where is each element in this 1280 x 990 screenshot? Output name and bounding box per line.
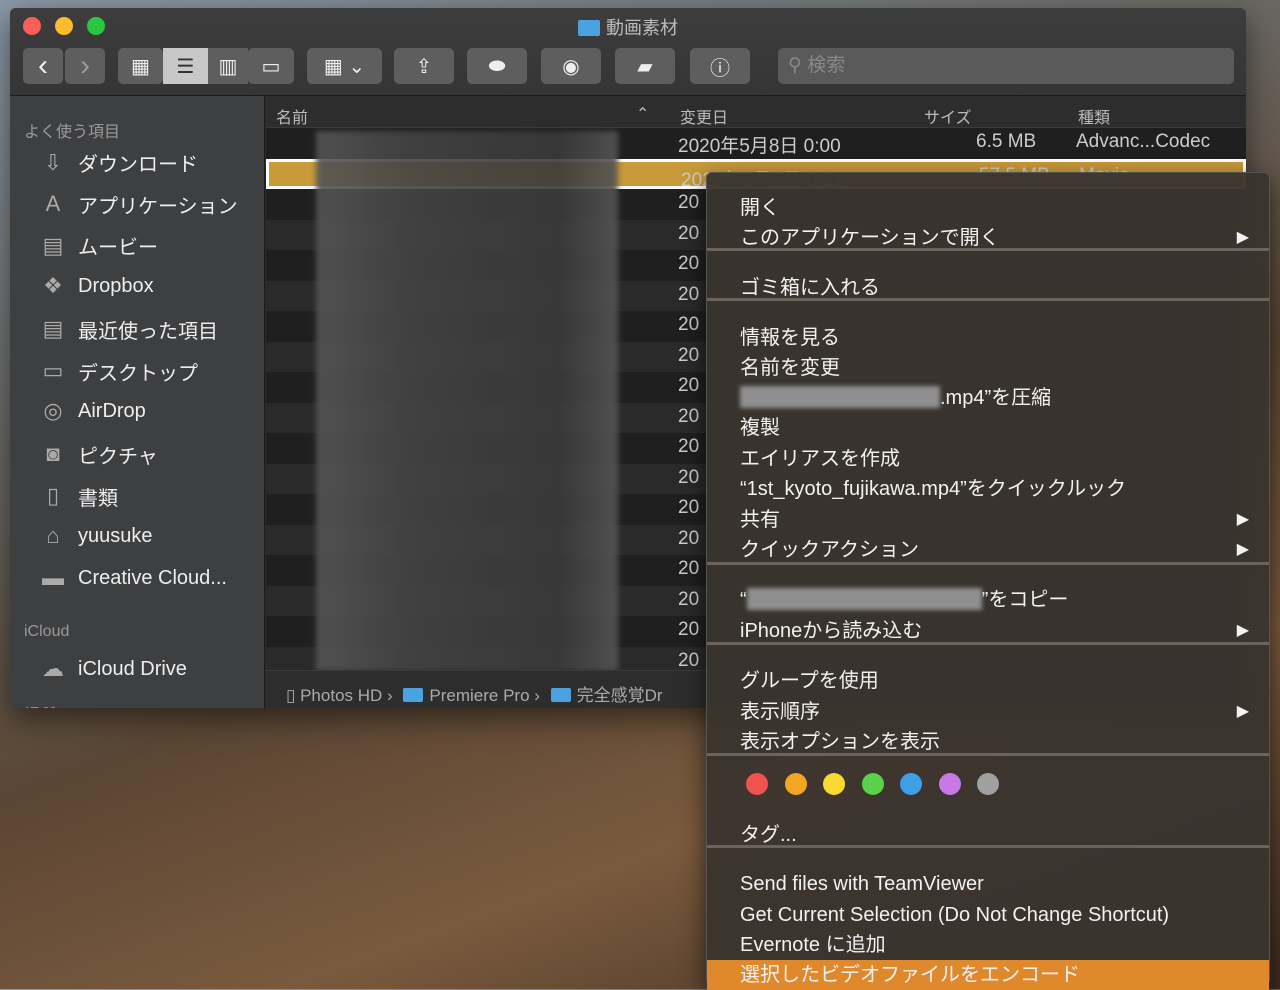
submenu-arrow-icon: ▶	[1236, 622, 1249, 639]
download-icon: ⇩	[43, 149, 63, 175]
path-item[interactable]: 完全感覚Dr	[577, 686, 663, 705]
menu-item[interactable]: 複製	[707, 413, 1269, 443]
sidebar-item[interactable]: ❖ Dropbox	[38, 273, 153, 299]
sidebar-header-favorites: よく使う項目	[24, 124, 121, 141]
menu-item[interactable]: タグ...	[707, 820, 1269, 850]
blurred-filenames	[316, 131, 618, 671]
toolbar: 動画素材 ‹ › ▦ ☰ ▥ ▭ ▦ ⌄ ⇪ ⬬ ◉ ▰ ⓘ ⚲ 検索	[10, 8, 1246, 96]
tag-color-dot[interactable]	[938, 773, 961, 795]
tag-color-dot[interactable]	[746, 773, 768, 795]
sidebar-item[interactable]: ◙ ピクチャ	[38, 440, 157, 469]
menu-item[interactable]: 情報を見る	[707, 323, 1269, 353]
menu-item[interactable]: 表示オプションを表示	[707, 727, 1269, 757]
menu-item[interactable]: 開く	[707, 193, 1269, 223]
info-icon[interactable]: ⓘ	[690, 48, 750, 84]
search-icon: ⚲	[788, 55, 808, 76]
column-name[interactable]: 名前	[276, 104, 308, 128]
list-view-button[interactable]: ☰	[163, 48, 208, 84]
tag-color-dot[interactable]	[900, 773, 922, 795]
sidebar-item[interactable]: ⇩ ダウンロード	[38, 148, 198, 177]
sidebar-item[interactable]: ▤ ムービー	[38, 231, 158, 260]
menu-item[interactable]: エイリアスを作成	[707, 444, 1269, 474]
path-item[interactable]: Photos HD	[300, 686, 382, 705]
sidebar-item-icloud-drive[interactable]: ☁ iCloud Drive	[38, 656, 187, 682]
dropbox-icon: ❖	[43, 273, 63, 299]
airdrop-icon: ◎	[43, 398, 63, 424]
redacted-text	[740, 386, 940, 408]
share-icon[interactable]: ⇪	[394, 48, 454, 84]
new-folder-icon[interactable]: ▰	[615, 48, 675, 84]
sidebar-item[interactable]: ▬ Creative Cloud...	[38, 565, 227, 591]
drive-icon: ▯	[286, 686, 296, 705]
back-button[interactable]: ‹	[23, 48, 63, 84]
path-item[interactable]: Premiere Pro	[429, 686, 529, 705]
desktop-icon: ▭	[42, 358, 64, 383]
menu-item[interactable]: 共有 ▶	[707, 505, 1269, 535]
home-icon: ⌂	[46, 523, 60, 549]
column-header: 名前 ⌃ 変更日 サイズ 種類	[266, 96, 1246, 128]
sidebar-item[interactable]: ▯ 書類	[38, 482, 118, 511]
tag-color-dot[interactable]	[823, 773, 845, 795]
sidebar-item[interactable]: ▭ デスクトップ	[38, 357, 198, 386]
gallery-view-button[interactable]: ▭	[248, 48, 294, 84]
menu-item[interactable]: .mp4”を圧縮	[707, 383, 1269, 413]
search-input[interactable]: ⚲ 検索	[778, 48, 1234, 84]
forward-button[interactable]: ›	[65, 48, 105, 84]
menu-item[interactable]: クイックアクション ▶	[707, 535, 1269, 565]
menu-item[interactable]: Evernote に追加	[707, 930, 1269, 960]
menu-item[interactable]: 名前を変更	[707, 353, 1269, 383]
sidebar-item[interactable]: ⌂ yuusuke	[38, 523, 152, 549]
submenu-arrow-icon: ▶	[1236, 229, 1249, 246]
movies-icon: ▤	[42, 232, 64, 258]
window-title: 動画素材	[10, 14, 1246, 40]
sidebar-header-icloud: iCloud	[24, 623, 70, 640]
menu-item[interactable]: このアプリケーションで開く ▶	[707, 223, 1269, 253]
menu-item[interactable]: Send files with TeamViewer	[707, 869, 1269, 899]
folder-icon	[578, 20, 600, 36]
menu-item[interactable]: 選択したビデオファイルをエンコード	[707, 960, 1269, 990]
redacted-text	[746, 588, 982, 610]
recents-icon: ▤	[42, 316, 64, 342]
group-button[interactable]: ▦ ⌄	[307, 48, 382, 84]
submenu-arrow-icon: ▶	[1236, 703, 1249, 720]
context-menu: 開く このアプリケーションで開く ▶ ゴミ箱に入れる 情報を見る 名前を変更 .mp4”を圧…	[706, 172, 1270, 990]
menu-item[interactable]: “”をコピー	[707, 585, 1269, 615]
applications-icon: A	[45, 191, 61, 217]
menu-item[interactable]: Get Current Selection (Do Not Change Sho…	[707, 900, 1269, 930]
sort-ascending-icon: ⌃	[636, 106, 650, 123]
submenu-arrow-icon: ▶	[1236, 541, 1249, 558]
tag-color-dot[interactable]	[861, 773, 884, 795]
submenu-arrow-icon: ▶	[1236, 511, 1249, 528]
menu-item[interactable]: ゴミ箱に入れる	[707, 273, 1269, 303]
column-view-button[interactable]: ▥	[208, 48, 248, 84]
folder-icon	[403, 688, 424, 702]
tag-icon[interactable]: ⬬	[467, 48, 527, 84]
folder-icon: ▬	[42, 565, 64, 590]
sidebar: よく使う項目 ⇩ ダウンロード A アプリケーション ▤ ムービー ❖ Dropbox ▤ 最近使…	[10, 96, 265, 708]
menu-item[interactable]: グループを使用	[707, 666, 1269, 696]
tag-color-dot[interactable]	[977, 773, 999, 795]
sidebar-item[interactable]: ▤ 最近使った項目	[38, 315, 218, 344]
tag-color-dot[interactable]	[784, 773, 807, 795]
documents-icon: ▯	[46, 483, 60, 509]
sidebar-item[interactable]: A アプリケーション	[38, 190, 238, 219]
menu-item[interactable]: iPhoneから読み込む ▶	[707, 616, 1269, 646]
sidebar-header-locations: 場所	[24, 701, 56, 708]
cloud-icon: ☁	[42, 656, 64, 681]
icon-view-button[interactable]: ▦	[118, 48, 163, 84]
menu-item[interactable]: “1st_kyoto_fujikawa.mp4”をクイックルック	[707, 474, 1269, 504]
eye-icon[interactable]: ◉	[541, 48, 601, 84]
column-date[interactable]: 変更日	[680, 104, 728, 128]
column-size[interactable]: サイズ	[924, 104, 972, 128]
camera-icon: ◙	[46, 441, 60, 467]
column-kind[interactable]: 種類	[1078, 104, 1110, 128]
sidebar-item[interactable]: ◎ AirDrop	[38, 398, 145, 424]
folder-icon	[550, 688, 571, 702]
menu-item[interactable]: 表示順序 ▶	[707, 697, 1269, 727]
